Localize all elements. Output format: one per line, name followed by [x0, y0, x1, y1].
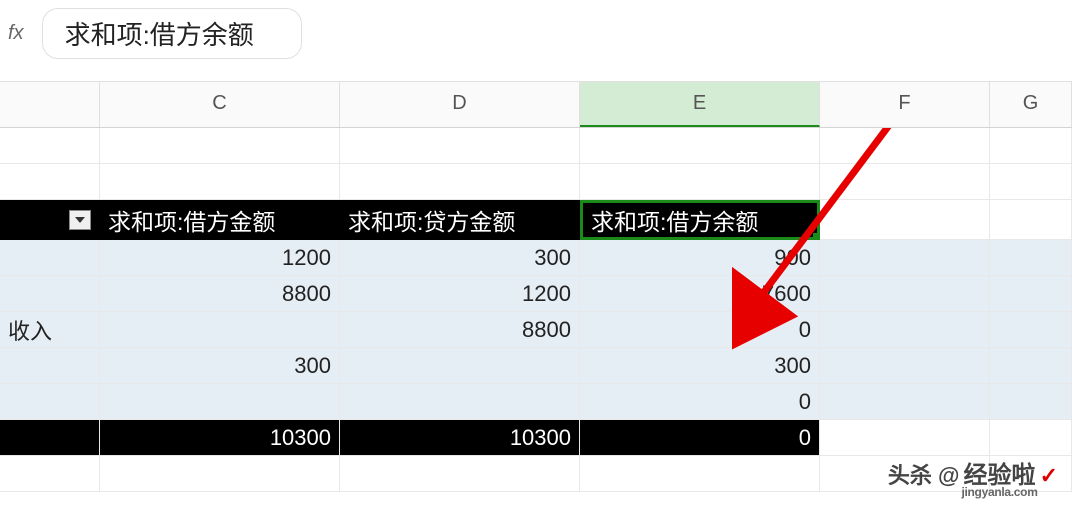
cell[interactable]: 8800 — [100, 276, 340, 312]
table-row: 1200 300 900 — [0, 240, 1072, 276]
cell[interactable] — [0, 164, 100, 200]
cell[interactable] — [990, 276, 1072, 312]
cell[interactable]: 8800 — [340, 312, 580, 348]
cell[interactable] — [990, 240, 1072, 276]
cell[interactable]: 10300 — [340, 420, 580, 456]
cell[interactable] — [580, 456, 820, 492]
cell[interactable]: 300 — [580, 348, 820, 384]
cell[interactable] — [580, 128, 820, 164]
cell[interactable] — [100, 384, 340, 420]
pivot-header-d[interactable]: 求和项:贷方金额 — [340, 200, 580, 240]
cell[interactable] — [340, 348, 580, 384]
cell[interactable] — [990, 128, 1072, 164]
cell[interactable] — [100, 312, 340, 348]
fx-label: fx — [8, 22, 24, 45]
col-header-e[interactable]: E — [580, 82, 820, 127]
cell[interactable]: 300 — [340, 240, 580, 276]
pivot-header-row: 求和项:借方金额 求和项:贷方金额 求和项:借方余额 — [0, 200, 1072, 240]
cell[interactable] — [820, 420, 990, 456]
cell[interactable]: 收入 — [0, 312, 100, 348]
blank-row — [0, 164, 1072, 200]
cell[interactable] — [990, 420, 1072, 456]
pivot-header-c[interactable]: 求和项:借方金额 — [100, 200, 340, 240]
cell[interactable] — [340, 164, 580, 200]
cell[interactable]: 1200 — [340, 276, 580, 312]
cell[interactable]: 7600 — [580, 276, 820, 312]
cell[interactable] — [820, 312, 990, 348]
watermark-site: jingyanla.com — [961, 486, 1037, 498]
cell[interactable] — [100, 456, 340, 492]
cell[interactable] — [100, 128, 340, 164]
cell[interactable] — [0, 384, 100, 420]
column-headers: C D E F G — [0, 82, 1072, 128]
formula-bar: fx 求和项:借方余额 — [0, 0, 1072, 82]
pivot-header-e[interactable]: 求和项:借方余额 — [580, 200, 820, 240]
cell[interactable]: 1200 — [100, 240, 340, 276]
cell[interactable] — [820, 276, 990, 312]
cell[interactable]: 300 — [100, 348, 340, 384]
watermark-prefix: 头杀 @ — [888, 458, 960, 490]
col-header-c[interactable]: C — [100, 82, 340, 127]
cell[interactable] — [990, 200, 1072, 240]
cell[interactable]: 0 — [580, 420, 820, 456]
col-header-d[interactable]: D — [340, 82, 580, 127]
cell[interactable] — [820, 200, 990, 240]
cell[interactable] — [0, 420, 100, 456]
filter-dropdown-icon[interactable] — [69, 210, 91, 230]
cell[interactable]: 0 — [580, 312, 820, 348]
cell[interactable] — [0, 240, 100, 276]
col-header-b[interactable] — [0, 82, 100, 127]
table-row: 0 — [0, 384, 1072, 420]
cell[interactable] — [0, 276, 100, 312]
cell[interactable]: 0 — [580, 384, 820, 420]
table-row: 8800 1200 7600 — [0, 276, 1072, 312]
cell[interactable] — [990, 348, 1072, 384]
cell[interactable] — [0, 348, 100, 384]
cell[interactable] — [990, 384, 1072, 420]
blank-row — [0, 128, 1072, 164]
cell[interactable] — [340, 128, 580, 164]
watermark: 头杀 @ 经验啦 jingyanla.com ✓ — [888, 458, 1058, 500]
table-row: 300 300 — [0, 348, 1072, 384]
cell[interactable]: 10300 — [100, 420, 340, 456]
cell[interactable] — [580, 164, 820, 200]
cell[interactable] — [990, 312, 1072, 348]
col-header-g[interactable]: G — [990, 82, 1072, 127]
spreadsheet-grid: 求和项:借方金额 求和项:贷方金额 求和项:借方余额 1200 300 900 … — [0, 128, 1072, 492]
cell[interactable] — [100, 164, 340, 200]
cell[interactable] — [990, 164, 1072, 200]
check-icon: ✓ — [1040, 463, 1058, 489]
cell[interactable] — [820, 128, 990, 164]
pivot-total-row: 10300 10300 0 — [0, 420, 1072, 456]
cell[interactable] — [0, 456, 100, 492]
col-header-f[interactable]: F — [820, 82, 990, 127]
cell[interactable] — [340, 456, 580, 492]
cell[interactable]: 900 — [580, 240, 820, 276]
cell[interactable] — [820, 384, 990, 420]
formula-input[interactable]: 求和项:借方余额 — [42, 8, 302, 59]
cell[interactable] — [820, 240, 990, 276]
cell[interactable] — [820, 348, 990, 384]
cell[interactable] — [0, 128, 100, 164]
table-row: 收入 8800 0 — [0, 312, 1072, 348]
pivot-filter-cell[interactable] — [0, 200, 100, 240]
cell[interactable] — [340, 384, 580, 420]
cell[interactable] — [820, 164, 990, 200]
